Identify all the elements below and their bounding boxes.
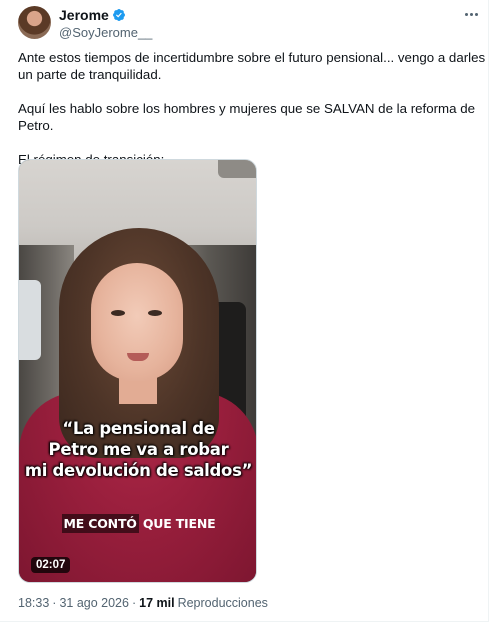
tweet-date[interactable]: 31 ago 2026	[59, 596, 129, 610]
video-duration-badge: 02:07	[31, 557, 71, 573]
verified-badge-icon	[112, 9, 125, 21]
video-person-face	[91, 263, 183, 381]
meta-separator: ·	[131, 596, 137, 610]
author-display-name[interactable]: Jerome	[59, 7, 109, 23]
tweet-paragraph: Aquí les hablo sobre los hombres y mujer…	[18, 101, 479, 133]
tweet-header: Jerome @SoyJerome__	[18, 6, 488, 40]
video-caption-line: mi devolución de saldos”	[24, 461, 253, 480]
meta-separator: ·	[52, 596, 57, 610]
author-handle[interactable]: @SoyJerome__	[59, 25, 152, 40]
video-caption: “La pensional de Petro me va a robar mi …	[19, 418, 256, 481]
author-name-row[interactable]: Jerome	[59, 7, 126, 23]
video-caption-line: Petro me va a robar	[48, 440, 229, 459]
video-subtitle-highlight: ME CONTÓ	[61, 514, 139, 533]
video-caption-line: “La pensional de	[62, 419, 215, 438]
video-subtitle: ME CONTÓ QUE TIENE	[19, 514, 256, 533]
views-count: 17 mil	[139, 596, 175, 610]
video-background-detail	[218, 160, 256, 178]
views-label[interactable]: Reproducciones	[178, 596, 268, 610]
video-background-detail	[19, 280, 41, 360]
avatar[interactable]	[18, 6, 51, 39]
tweet-paragraph: Ante estos tiempos de incertidumbre sobr…	[18, 50, 489, 82]
video-player[interactable]: “La pensional de Petro me va a robar mi …	[18, 159, 257, 583]
more-options-icon[interactable]	[462, 8, 480, 20]
tweet-meta: 18:33 · 31 ago 2026 · 17 mil Reproduccio…	[18, 596, 268, 610]
video-subtitle-rest: QUE TIENE	[138, 516, 216, 531]
tweet-time[interactable]: 18:33	[18, 596, 49, 610]
